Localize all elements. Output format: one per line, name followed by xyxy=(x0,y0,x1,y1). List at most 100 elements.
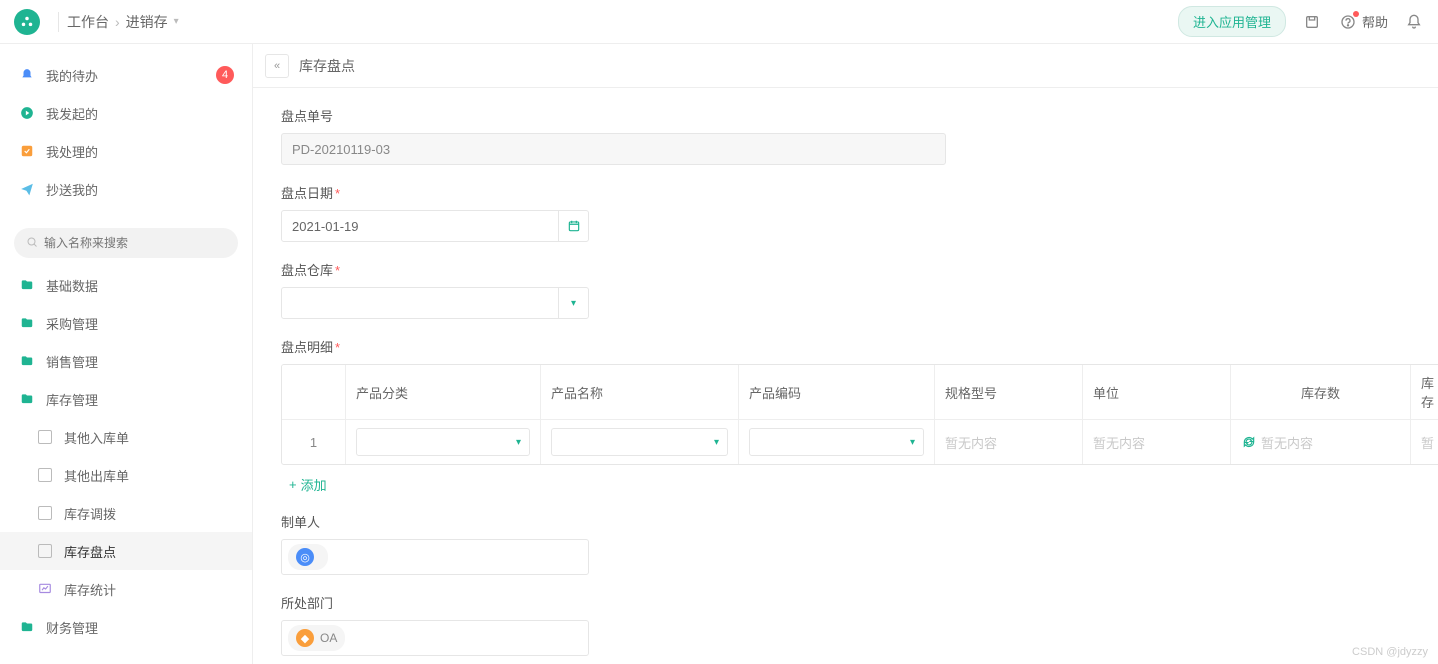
th-name: 产品名称 xyxy=(541,365,739,420)
input-check-date[interactable] xyxy=(281,210,589,242)
search-input[interactable] xyxy=(44,236,226,250)
chevron-down-icon: ▾ xyxy=(910,437,915,448)
sidebar-item-label: 基础数据 xyxy=(46,276,98,295)
sidebar-item-label: 采购管理 xyxy=(46,314,98,333)
warehouse-field[interactable] xyxy=(282,296,558,311)
calendar-icon[interactable] xyxy=(558,211,588,241)
chevron-down-icon: ▾ xyxy=(714,437,719,448)
page-header: « 库存盘点 xyxy=(253,44,1438,88)
sidebar-item-inventory-check[interactable]: 库存盘点 xyxy=(0,532,252,570)
folder-icon xyxy=(18,276,36,294)
refresh-icon[interactable] xyxy=(1241,434,1257,450)
sidebar-item-my-processed[interactable]: 我处理的 xyxy=(0,132,252,170)
todo-badge: 4 xyxy=(216,66,234,84)
label-creator: 制单人 xyxy=(281,512,1410,531)
document-icon xyxy=(36,542,54,560)
date-field[interactable] xyxy=(282,219,558,234)
sidebar-item-other-inbound[interactable]: 其他入库单 xyxy=(0,418,252,456)
sidebar-item-my-todo[interactable]: 我的待办 4 xyxy=(0,56,252,94)
td-index: 1 xyxy=(282,420,346,464)
chevron-down-icon: ▾ xyxy=(516,437,521,448)
sidebar-item-inventory-mgmt[interactable]: 库存管理 xyxy=(0,380,252,418)
th-unit: 单位 xyxy=(1083,365,1231,420)
select-product-code[interactable]: ▾ xyxy=(749,428,924,456)
breadcrumb-workspace[interactable]: 工作台 xyxy=(67,12,109,32)
department-chip[interactable]: ◆ OA xyxy=(288,625,345,651)
select-category[interactable]: ▾ xyxy=(356,428,530,456)
department-box[interactable]: ◆ OA xyxy=(281,620,589,656)
sidebar-item-my-initiated[interactable]: 我发起的 xyxy=(0,94,252,132)
select-warehouse[interactable]: ▾ xyxy=(281,287,589,319)
input-order-no: PD-20210119-03 xyxy=(281,133,946,165)
check-icon xyxy=(18,142,36,160)
field-department: 所处部门 ◆ OA xyxy=(281,593,1410,656)
plus-icon: + xyxy=(289,477,297,492)
app-logo[interactable] xyxy=(14,9,40,35)
required-mark: * xyxy=(335,186,340,201)
form-area: 盘点单号 PD-20210119-03 盘点日期* 盘点仓库* ▾ xyxy=(253,88,1438,664)
field-warehouse: 盘点仓库* ▾ xyxy=(281,260,1410,319)
sidebar: 我的待办 4 我发起的 我处理的 抄送我的 xyxy=(0,44,253,664)
sidebar-item-cc-to-me[interactable]: 抄送我的 xyxy=(0,170,252,208)
watermark: CSDN @jdyzzy xyxy=(1352,646,1428,658)
sidebar-item-inventory-transfer[interactable]: 库存调拨 xyxy=(0,494,252,532)
search-icon xyxy=(26,236,38,251)
sidebar-item-inventory-stats[interactable]: 库存统计 xyxy=(0,570,252,608)
label-check-date: 盘点日期* xyxy=(281,183,1410,202)
sidebar-item-label: 库存盘点 xyxy=(64,542,116,561)
sidebar-item-sales-mgmt[interactable]: 销售管理 xyxy=(0,342,252,380)
sidebar-item-purchase-mgmt[interactable]: 采购管理 xyxy=(0,304,252,342)
folder-icon xyxy=(18,352,36,370)
folder-icon xyxy=(18,314,36,332)
help-icon xyxy=(1338,12,1358,32)
td-last: 暂 xyxy=(1411,420,1438,464)
logo-icon xyxy=(20,15,34,29)
sidebar-item-label: 财务管理 xyxy=(46,618,98,637)
creator-chip[interactable]: ◎ xyxy=(288,544,328,570)
sidebar-item-finance-mgmt[interactable]: 财务管理 xyxy=(0,608,252,646)
sidebar-search[interactable] xyxy=(14,228,238,258)
table-header-row: 产品分类 产品名称 产品编码 规格型号 单位 库存数 库存 xyxy=(282,365,1438,420)
chevron-down-icon[interactable]: ▾ xyxy=(174,16,179,27)
th-code: 产品编码 xyxy=(739,365,935,420)
document-icon xyxy=(36,504,54,522)
sidebar-item-label: 库存管理 xyxy=(46,390,98,409)
add-row-label: 添加 xyxy=(301,475,327,494)
field-creator: 制单人 ◎ xyxy=(281,512,1410,575)
th-category: 产品分类 xyxy=(346,365,541,420)
breadcrumb-app[interactable]: 进销存 xyxy=(126,12,168,32)
topbar-right: 进入应用管理 帮助 xyxy=(1178,6,1424,37)
th-index xyxy=(282,365,346,420)
sidebar-item-other-outbound[interactable]: 其他出库单 xyxy=(0,456,252,494)
table-row: 1 ▾ ▾ ▾ 暂无内容 暂无内容 xyxy=(282,420,1438,464)
user-avatar-icon: ◎ xyxy=(296,548,314,566)
chevron-down-icon[interactable]: ▾ xyxy=(558,288,588,318)
divider xyxy=(58,12,59,32)
field-order-no: 盘点单号 PD-20210119-03 xyxy=(281,106,1410,165)
document-icon xyxy=(36,428,54,446)
add-row-button[interactable]: + 添加 xyxy=(281,475,1410,494)
creator-box[interactable]: ◎ xyxy=(281,539,589,575)
bell-icon[interactable] xyxy=(1404,12,1424,32)
topbar: 工作台 › 进销存 ▾ 进入应用管理 帮助 xyxy=(0,0,1438,44)
sidebar-item-basic-data[interactable]: 基础数据 xyxy=(0,266,252,304)
help-link[interactable]: 帮助 xyxy=(1338,12,1388,32)
field-detail: 盘点明细* 产品分类 产品名称 产品编码 规格型号 单位 库存数 库存 1 xyxy=(281,337,1410,494)
send-icon xyxy=(18,180,36,198)
collapse-sidebar-button[interactable]: « xyxy=(265,54,289,78)
required-mark: * xyxy=(335,340,340,355)
label-detail: 盘点明细* xyxy=(281,337,1410,356)
save-icon[interactable] xyxy=(1302,12,1322,32)
sidebar-item-label: 抄送我的 xyxy=(46,180,98,199)
breadcrumb: 工作台 › 进销存 ▾ xyxy=(67,12,179,32)
folder-icon xyxy=(18,618,36,636)
sidebar-item-label: 其他入库单 xyxy=(64,428,129,447)
sidebar-item-label: 我处理的 xyxy=(46,142,98,161)
department-avatar-icon: ◆ xyxy=(296,629,314,647)
label-department: 所处部门 xyxy=(281,593,1410,612)
enter-app-mgmt-button[interactable]: 进入应用管理 xyxy=(1178,6,1286,37)
th-last: 库存 xyxy=(1411,365,1438,420)
th-spec: 规格型号 xyxy=(935,365,1083,420)
select-product-name[interactable]: ▾ xyxy=(551,428,728,456)
sidebar-item-label: 我发起的 xyxy=(46,104,98,123)
